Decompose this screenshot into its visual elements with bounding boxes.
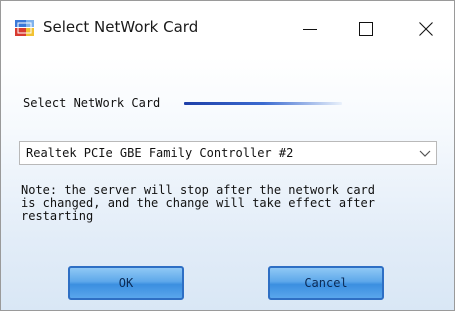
dialog-body: Select NetWork Card Realtek PCIe GBE Fam… xyxy=(1,57,454,310)
network-card-select[interactable]: Realtek PCIe GBE Family Controller #2 xyxy=(19,141,437,165)
close-button[interactable] xyxy=(398,1,454,57)
cancel-button[interactable]: Cancel xyxy=(268,266,384,300)
note-text: Note: the server will stop after the net… xyxy=(21,183,376,223)
section-divider xyxy=(184,102,342,105)
section-label: Select NetWork Card xyxy=(23,96,161,110)
title-bar[interactable]: Select NetWork Card xyxy=(1,1,454,57)
window-title: Select NetWork Card xyxy=(43,18,199,36)
close-icon xyxy=(419,22,433,36)
cancel-button-label: Cancel xyxy=(304,276,348,290)
maximize-icon xyxy=(359,22,373,36)
chevron-down-icon xyxy=(419,150,431,157)
ok-button[interactable]: OK xyxy=(68,266,184,300)
app-icon xyxy=(15,20,34,36)
dialog-window: Select NetWork Card Select NetWork Card … xyxy=(0,0,455,311)
minimize-button[interactable] xyxy=(282,1,338,57)
minimize-icon xyxy=(303,29,317,30)
ok-button-label: OK xyxy=(118,276,134,290)
network-card-select-value: Realtek PCIe GBE Family Controller #2 xyxy=(26,146,294,160)
maximize-button[interactable] xyxy=(338,1,394,57)
